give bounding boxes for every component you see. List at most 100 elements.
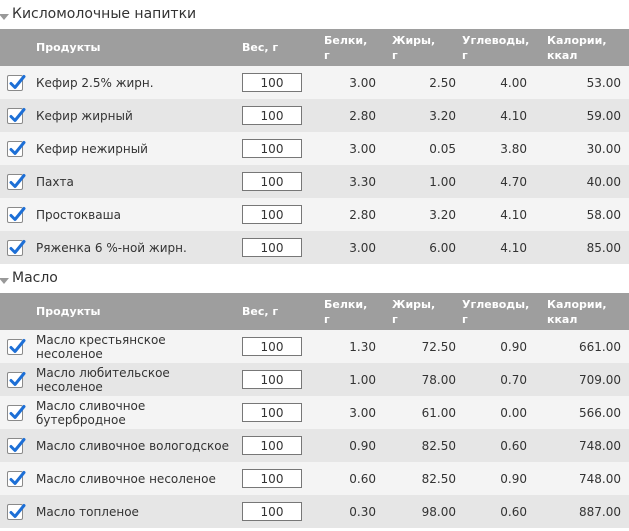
carbs-value: 0.00 (500, 405, 527, 420)
fat-value: 61.00 (421, 405, 456, 420)
header-calories-unit: ккал (547, 312, 578, 326)
weight-cell (236, 429, 322, 462)
header-fat-label: Жиры, (392, 33, 436, 47)
weight-input[interactable] (242, 370, 302, 389)
row-checkbox[interactable] (7, 404, 26, 421)
table-row: Пахта 3.30 1.00 4.70 40.00 (0, 165, 629, 198)
check-cell (0, 330, 30, 363)
header-calories-label: Калории, (547, 297, 607, 311)
table-row: Кефир 2.5% жирн. 3.00 2.50 4.00 53.00 (0, 66, 629, 99)
weight-input[interactable] (242, 238, 302, 257)
carbs-value: 4.00 (500, 75, 527, 90)
weight-cell (236, 132, 322, 165)
header-product-label: Продукты (36, 41, 101, 54)
header-calories: Калории, ккал (547, 29, 629, 66)
weight-input[interactable] (242, 436, 302, 455)
row-checkbox[interactable] (7, 107, 26, 124)
fat-value: 0.05 (429, 141, 456, 156)
protein-value: 2.80 (349, 108, 376, 123)
row-checkbox[interactable] (7, 338, 26, 355)
weight-cell (236, 330, 322, 363)
weight-input[interactable] (242, 172, 302, 191)
product-name: Масло топленое (36, 504, 139, 519)
fat-value: 72.50 (421, 339, 456, 354)
header-fat: Жиры, г (384, 293, 462, 330)
weight-input[interactable] (242, 469, 302, 488)
weight-input[interactable] (242, 403, 302, 422)
row-checkbox[interactable] (7, 74, 26, 91)
product-name: Простокваша (36, 207, 121, 222)
header-weight-label: Вес, г (242, 41, 279, 54)
row-checkbox[interactable] (7, 470, 26, 487)
protein-value: 2.80 (349, 207, 376, 222)
table-row: Масло сливочное несоленое 0.60 82.50 0.90 74… (0, 462, 629, 495)
header-weight-label: Вес, г (242, 305, 279, 318)
header-product: Продукты (30, 293, 236, 330)
table-row: Масло любительское несоленое 1.00 78.00 0.7… (0, 363, 629, 396)
header-protein: Белки, г (322, 29, 384, 66)
table-header-row: Продукты Вес, г Белки, г Жиры, г Углеводы, г Кал… (0, 293, 629, 330)
protein-value: 0.30 (349, 504, 376, 519)
product-name: Ряженка 6 %-ной жирн. (36, 240, 187, 255)
fat-value: 3.20 (429, 108, 456, 123)
product-name: Масло любительское несоленое (36, 365, 170, 394)
products-table: Продукты Вес, г Белки, г Жиры, г Углеводы, г Кал… (0, 29, 629, 264)
row-checkbox[interactable] (7, 503, 26, 520)
fat-value: 98.00 (421, 504, 456, 519)
row-checkbox[interactable] (7, 173, 26, 190)
nutrition-page: Кисломолочные напитки Продукты Вес, г Белки… (0, 0, 629, 528)
header-protein-unit: г (324, 312, 330, 326)
fat-value: 1.00 (429, 174, 456, 189)
check-cell (0, 66, 30, 99)
table-row: Ряженка 6 %-ной жирн. 3.00 6.00 4.10 85.00 (0, 231, 629, 264)
row-checkbox[interactable] (7, 239, 26, 256)
header-carbs-unit: г (462, 48, 468, 62)
section-header[interactable]: Масло (0, 264, 629, 293)
calories-value: 30.00 (586, 141, 621, 156)
product-name: Кефир нежирный (36, 141, 148, 156)
fat-value: 2.50 (429, 75, 456, 90)
weight-input[interactable] (242, 106, 302, 125)
product-name: Масло сливочное вологодское (36, 438, 230, 453)
carbs-value: 3.80 (500, 141, 527, 156)
carbs-value: 0.60 (500, 504, 527, 519)
header-weight: Вес, г (236, 29, 322, 66)
calories-value: 887.00 (579, 504, 621, 519)
weight-cell (236, 165, 322, 198)
protein-value: 3.30 (349, 174, 376, 189)
collapse-triangle-icon[interactable] (0, 277, 9, 284)
calories-value: 58.00 (586, 207, 621, 222)
header-fat-unit: г (392, 312, 398, 326)
section-1: Масло Продукты Вес, г Белки, г Жиры, г Углеводы… (0, 264, 629, 528)
header-calories-label: Калории, (547, 33, 607, 47)
section-0: Кисломолочные напитки Продукты Вес, г Белки… (0, 0, 629, 264)
table-row: Кефир нежирный 3.00 0.05 3.80 30.00 (0, 132, 629, 165)
carbs-value: 0.90 (500, 339, 527, 354)
section-header[interactable]: Кисломолочные напитки (0, 0, 629, 29)
header-product: Продукты (30, 29, 236, 66)
protein-value: 3.00 (349, 240, 376, 255)
calories-value: 709.00 (579, 372, 621, 387)
fat-value: 6.00 (429, 240, 456, 255)
header-protein-label: Белки, (324, 297, 368, 311)
weight-input[interactable] (242, 502, 302, 521)
weight-cell (236, 462, 322, 495)
row-checkbox[interactable] (7, 437, 26, 454)
weight-input[interactable] (242, 337, 302, 356)
carbs-value: 0.60 (500, 438, 527, 453)
header-carbs-unit: г (462, 312, 468, 326)
row-checkbox[interactable] (7, 206, 26, 223)
check-cell (0, 231, 30, 264)
protein-value: 3.00 (349, 75, 376, 90)
collapse-triangle-icon[interactable] (0, 13, 9, 20)
weight-input[interactable] (242, 139, 302, 158)
header-carbs-label: Углеводы, (462, 33, 530, 47)
calories-value: 85.00 (586, 240, 621, 255)
calories-value: 40.00 (586, 174, 621, 189)
calories-value: 566.00 (579, 405, 621, 420)
row-checkbox[interactable] (7, 140, 26, 157)
row-checkbox[interactable] (7, 371, 26, 388)
weight-input[interactable] (242, 205, 302, 224)
weight-input[interactable] (242, 73, 302, 92)
header-carbs: Углеводы, г (462, 293, 547, 330)
